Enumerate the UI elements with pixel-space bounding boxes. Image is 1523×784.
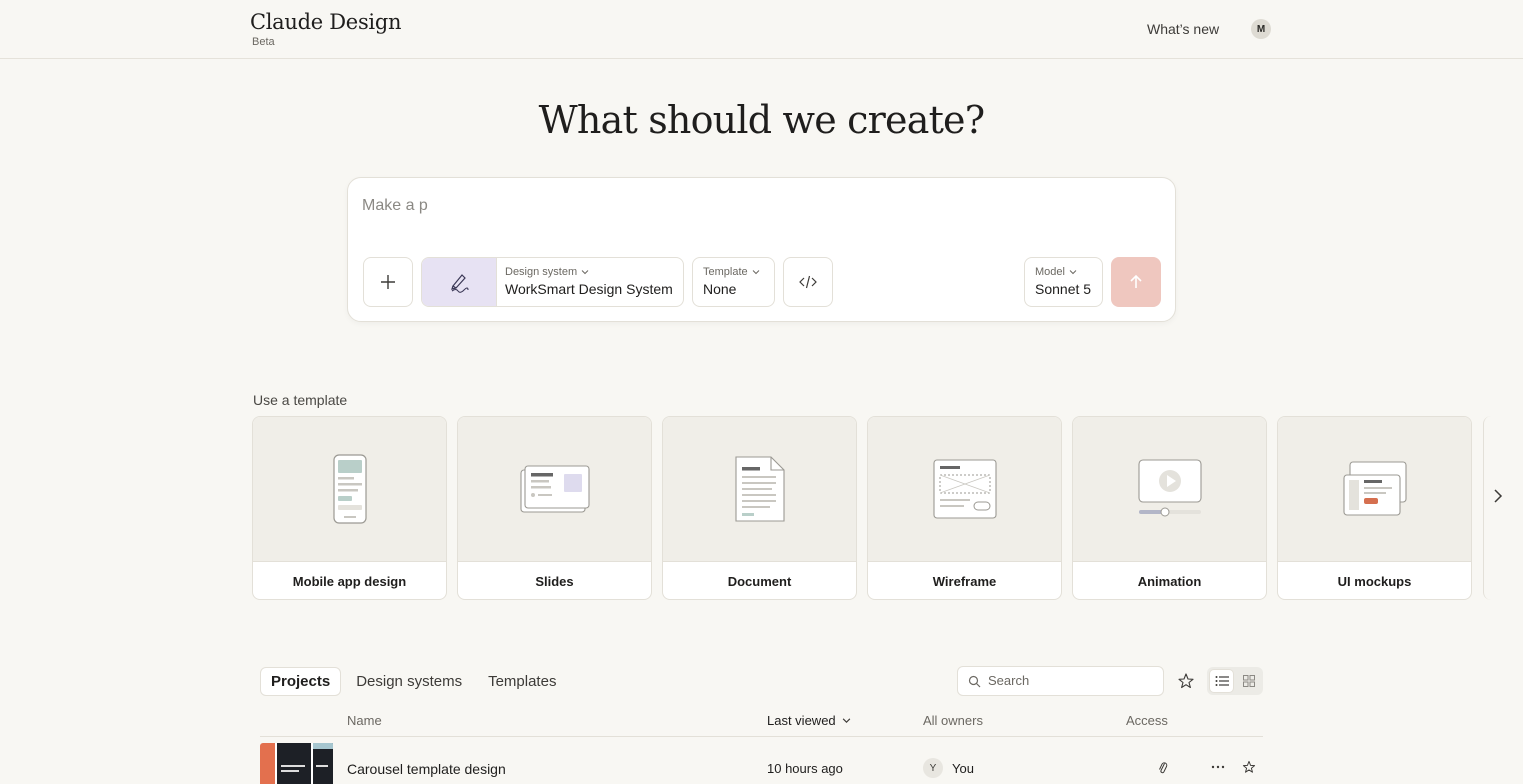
whats-new-link[interactable]: What’s new <box>1147 21 1219 37</box>
link-icon[interactable] <box>1157 761 1169 775</box>
model-value: Sonnet 5 <box>1035 281 1092 297</box>
favorites-star-icon[interactable] <box>1176 671 1196 691</box>
template-label: Mobile app design <box>292 574 407 589</box>
chevron-down-icon <box>752 270 759 275</box>
top-bar: Claude Design Beta What’s new M <box>0 0 1523 59</box>
grid-icon <box>1242 675 1255 687</box>
model-label: Model <box>1035 266 1065 278</box>
project-name[interactable]: Carousel template design <box>347 761 506 777</box>
projects-tabs: Projects Design systems Templates <box>260 667 567 696</box>
template-label: Slides <box>535 574 574 589</box>
more-options-icon[interactable] <box>1211 760 1225 774</box>
template-label: Template <box>703 266 748 278</box>
code-button[interactable] <box>783 257 833 307</box>
beta-badge: Beta <box>252 36 275 48</box>
star-icon[interactable] <box>1241 759 1257 775</box>
search-input[interactable] <box>988 673 1158 688</box>
templates-section-label: Use a template <box>253 392 348 408</box>
tab-templates[interactable]: Templates <box>477 667 567 696</box>
slides-icon <box>519 465 590 513</box>
column-last-viewed[interactable]: Last viewed <box>767 713 851 728</box>
model-selector[interactable]: Model Sonnet 5 <box>1024 257 1103 307</box>
avatar[interactable]: M <box>1251 19 1271 39</box>
design-system-selector[interactable]: Design system WorkSmart Design System <box>421 257 684 307</box>
add-attachment-button[interactable] <box>363 257 413 307</box>
column-name[interactable]: Name <box>347 713 382 728</box>
column-last-viewed-label: Last viewed <box>767 713 836 728</box>
search-icon <box>968 675 981 688</box>
project-last-viewed: 10 hours ago <box>767 761 843 776</box>
prompt-composer: Design system WorkSmart Design System Te… <box>347 177 1176 322</box>
design-system-label: Design system <box>505 266 578 278</box>
template-card-partial[interactable] <box>1483 416 1523 600</box>
project-thumbnail <box>260 743 335 784</box>
chevron-down-icon <box>1069 270 1077 275</box>
brand[interactable]: Claude Design Beta <box>250 10 402 48</box>
view-toggle <box>1207 667 1263 695</box>
grid-view-button[interactable] <box>1236 669 1261 693</box>
chevron-right-icon[interactable] <box>1488 486 1508 506</box>
column-owners[interactable]: All owners <box>923 713 983 728</box>
column-access: Access <box>1126 713 1168 728</box>
projects-table-header: Name Last viewed All owners Access <box>260 708 1263 737</box>
template-card-mobile-app[interactable]: Mobile app design <box>252 416 447 600</box>
design-system-thumbnail <box>422 258 497 306</box>
tab-design-systems[interactable]: Design systems <box>345 667 473 696</box>
table-row[interactable]: Carousel template design 10 hours ago Y … <box>260 743 1263 784</box>
project-owner: You <box>952 761 974 776</box>
template-card-ui-mockups[interactable]: UI mockups <box>1277 416 1472 600</box>
template-card-animation[interactable]: Animation <box>1072 416 1267 600</box>
tab-projects[interactable]: Projects <box>260 667 342 696</box>
template-card-wireframe[interactable]: Wireframe <box>867 416 1062 600</box>
chevron-down-icon <box>581 270 589 275</box>
signature-pen-icon <box>451 274 469 293</box>
owner-avatar: Y <box>923 758 943 778</box>
animation-icon <box>1137 459 1202 517</box>
template-label: Document <box>727 574 792 589</box>
search-box <box>957 666 1164 696</box>
wireframe-icon <box>932 459 997 519</box>
brand-title: Claude Design <box>250 10 402 34</box>
prompt-input[interactable] <box>362 192 1152 220</box>
document-icon <box>734 456 785 522</box>
template-card-slides[interactable]: Slides <box>457 416 652 600</box>
template-label: Animation <box>1137 574 1202 589</box>
template-label: UI mockups <box>1337 574 1412 589</box>
mobile-phone-icon <box>332 454 367 524</box>
code-icon <box>799 275 817 289</box>
template-selector[interactable]: Template None <box>692 257 775 307</box>
page-title: What should we create? <box>538 98 985 142</box>
list-icon <box>1215 676 1229 686</box>
template-label: Wireframe <box>932 574 997 589</box>
template-value: None <box>703 281 737 297</box>
design-system-value: WorkSmart Design System <box>505 281 673 297</box>
list-view-button[interactable] <box>1209 669 1234 693</box>
template-card-document[interactable]: Document <box>662 416 857 600</box>
ui-mockups-icon <box>1342 461 1407 516</box>
send-button[interactable] <box>1111 257 1161 307</box>
plus-icon <box>381 275 395 289</box>
chevron-down-icon <box>843 718 851 723</box>
arrow-up-icon <box>1130 274 1142 288</box>
